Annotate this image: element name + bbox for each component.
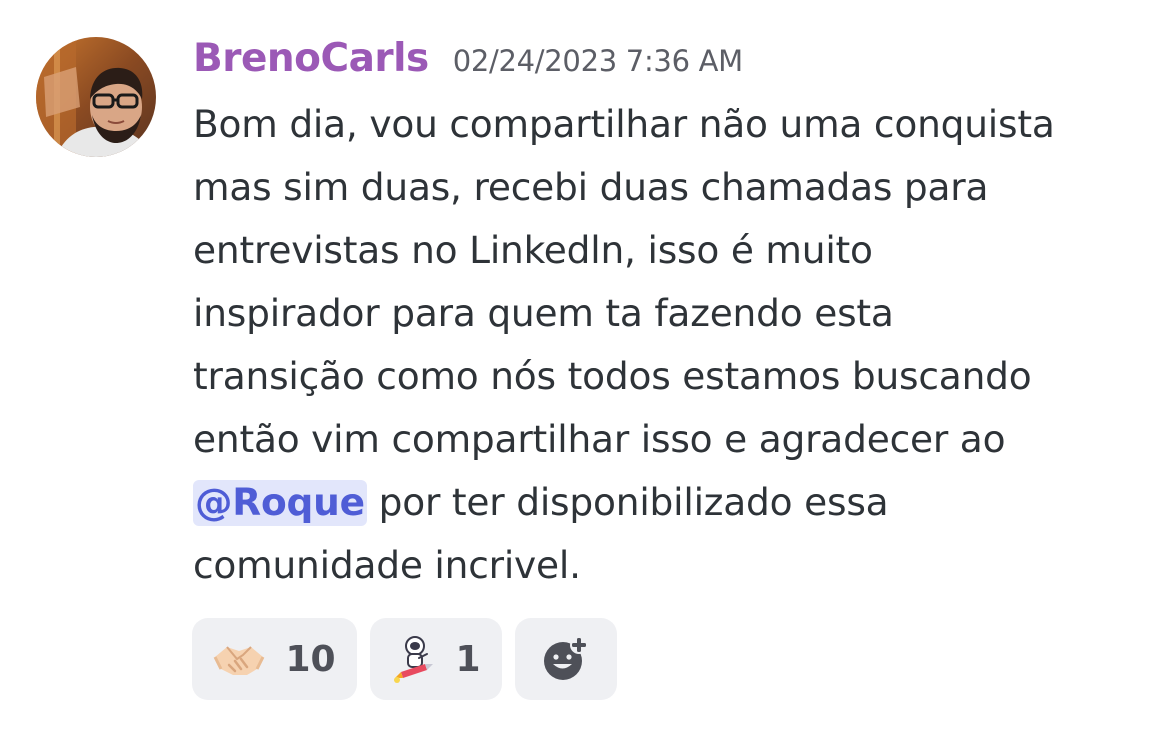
message-line: Bom dia, vou compartilhar não uma conqui… — [193, 102, 1055, 146]
handshake-icon — [213, 639, 265, 679]
message-timestamp: 02/24/2023 7:36 AM — [452, 44, 743, 78]
message-line: comunidade incrivel. — [193, 543, 581, 587]
message-line: mas sim duas, recebi duas chamadas para — [193, 165, 989, 209]
reaction-count: 1 — [455, 638, 481, 680]
user-mention[interactable]: @Roque — [193, 480, 367, 526]
message-line: entrevistas no Linkedln, isso é muito — [193, 228, 873, 272]
message-content: Bom dia, vou compartilhar não uma conqui… — [193, 93, 1158, 597]
reaction-astronaut[interactable]: 1 — [370, 618, 502, 700]
user-avatar[interactable] — [36, 37, 156, 157]
message-line: inspirador para quem ta fazendo esta — [193, 291, 894, 335]
reaction-bar: 10 1 — [192, 618, 617, 700]
add-reaction-button[interactable] — [515, 618, 617, 700]
add-reaction-icon — [542, 635, 590, 683]
reaction-count: 10 — [285, 638, 336, 680]
author-name[interactable]: BrenoCarls — [193, 36, 429, 81]
message-line: então vim compartilhar isso e agradecer … — [193, 417, 1006, 461]
message-line-with-mention: @Roque por ter disponibilizado essa — [193, 471, 1158, 534]
astronaut-rocket-icon — [391, 634, 435, 684]
avatar-photo — [36, 37, 156, 157]
message-text: por ter disponibilizado essa — [366, 480, 889, 524]
message-line: transição como nós todos estamos buscand… — [193, 354, 1032, 398]
reaction-handshake[interactable]: 10 — [192, 618, 357, 700]
chat-message: BrenoCarls 02/24/2023 7:36 AM Bom dia, v… — [0, 0, 1170, 754]
message-header: BrenoCarls 02/24/2023 7:36 AM — [193, 36, 743, 86]
